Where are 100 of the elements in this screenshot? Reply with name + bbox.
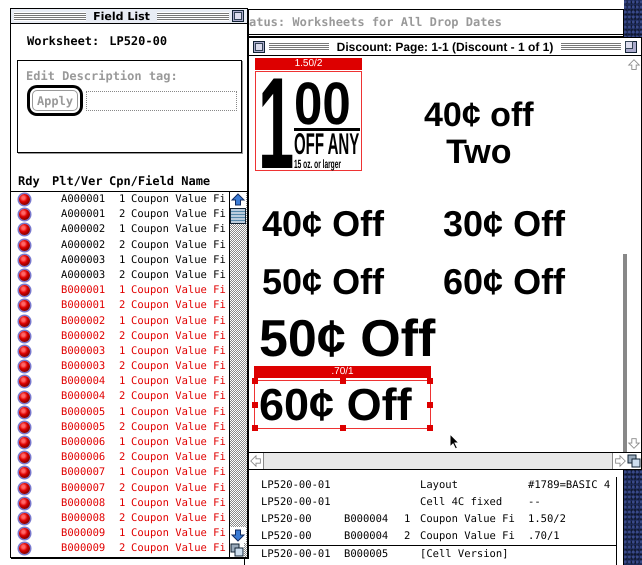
table-cell-text: .70/1 — [528, 529, 561, 544]
table-cell: Coupon Value Fi — [131, 238, 226, 253]
table-cell-text: 1 — [119, 192, 126, 207]
table-cell-text: 1 — [119, 314, 126, 328]
list-row[interactable]: B000002 1 Coupon Value Fi — [11, 314, 229, 329]
table-cell-text: Coupon Value Fi — [131, 420, 226, 435]
price-tag: 1.50/2 — [255, 58, 362, 70]
table-cell-text: 1 — [119, 526, 126, 542]
table-cell-text: A000001 — [61, 192, 106, 207]
ready-dot-icon — [19, 498, 30, 509]
table-cell-text: 1 — [119, 404, 126, 420]
list-row[interactable]: A000003 2 Coupon Value Fi — [11, 268, 229, 284]
ready-dot-icon — [19, 316, 30, 327]
list-row[interactable]: A000003 1 Coupon Value Fi — [11, 252, 229, 268]
list-row[interactable]: B000009 1 Coupon Value Fi — [11, 526, 229, 542]
list-row[interactable]: B000001 1 Coupon Value Fi — [11, 283, 229, 298]
list-row[interactable]: B000009 2 Coupon Value Fi — [11, 541, 229, 556]
coupon-text: 15 oz. or larger — [294, 158, 341, 170]
resize-box-icon[interactable] — [230, 543, 244, 557]
list-row[interactable]: B000001 2 Coupon Value Fi — [11, 298, 229, 314]
table-cell-text: Coupon Value Fi — [131, 435, 226, 450]
table-cell-text: 2 — [119, 541, 126, 556]
table-cell-text: LP520-00-01 — [261, 495, 332, 510]
list-row[interactable]: A000002 1 Coupon Value Fi — [11, 222, 229, 238]
scroll-up-arrow-icon[interactable] — [230, 192, 246, 208]
table-cell-text: A000002 — [61, 222, 106, 238]
table-cell: Coupon Value Fi — [131, 328, 226, 344]
description-field[interactable] — [86, 90, 237, 110]
coupon-text: 50¢ Off — [259, 311, 436, 367]
table-cell-text: 1 — [404, 512, 412, 527]
table-cell-text: 2 — [119, 298, 126, 314]
table-cell-text: 2 — [119, 420, 126, 435]
ready-dot-icon — [19, 194, 30, 206]
horizontal-scroll-track[interactable] — [263, 453, 613, 469]
column-header: Cpn/Field Name — [109, 174, 212, 190]
list-row[interactable]: B000003 1 Coupon Value Fi — [11, 344, 229, 360]
list-row[interactable]: B000004 1 Coupon Value Fi — [11, 374, 229, 390]
scroll-left-arrow-icon[interactable] — [249, 454, 263, 468]
list-row[interactable]: B000004 2 Coupon Value Fi — [11, 389, 229, 405]
list-row[interactable]: B000003 2 Coupon Value Fi — [11, 359, 229, 374]
list-row[interactable]: B000008 2 Coupon Value Fi — [11, 510, 229, 526]
selection-handle[interactable] — [427, 402, 433, 408]
selection-handle[interactable] — [340, 378, 346, 384]
ready-dot-icon — [19, 224, 30, 236]
window-title: Discount: Page: 1-1 (Discount - 1 of 1) — [336, 40, 554, 54]
table-cell-text: Coupon Value Fi — [131, 465, 226, 480]
column-header: Rdy — [18, 174, 41, 190]
list-row[interactable]: B000005 2 Coupon Value Fi — [11, 420, 229, 435]
table-cell-text: B000009 — [61, 526, 106, 542]
table-cell-text: 2 — [119, 268, 126, 283]
table-cell-text: 1 — [119, 435, 126, 450]
resize-box-icon[interactable] — [627, 454, 641, 468]
table-cell-text: B000008 — [61, 496, 106, 511]
ready-dot-icon — [19, 285, 30, 296]
collapse-box-icon[interactable] — [232, 10, 244, 22]
list-row[interactable]: A000002 2 Coupon Value Fi — [11, 238, 229, 253]
list-row[interactable]: B000008 1 Coupon Value Fi — [11, 496, 229, 511]
zoom-box-icon[interactable] — [625, 40, 637, 52]
list-row[interactable]: B000002 2 Coupon Value Fi — [11, 328, 229, 344]
table-cell-text: 2 — [119, 480, 126, 496]
ready-dot-icon — [19, 437, 30, 448]
table-cell-text: Coupon Value Fi — [131, 268, 226, 283]
list-row[interactable]: B000006 2 Coupon Value Fi — [11, 450, 229, 466]
table-cell-text: B000004 — [61, 374, 106, 390]
table-cell-text: [Cell Version] — [420, 547, 510, 562]
vertical-scroll-bar[interactable] — [229, 192, 247, 557]
list-row[interactable]: B000005 1 Coupon Value Fi — [11, 404, 229, 420]
selection-handle[interactable] — [340, 425, 346, 431]
table-cell-text: B000004 — [344, 529, 390, 544]
list-row[interactable]: A000001 1 Coupon Value Fi — [11, 192, 229, 208]
list-row[interactable]: B000007 2 Coupon Value Fi — [11, 480, 229, 496]
close-box-icon[interactable] — [253, 40, 265, 52]
selection-handle[interactable] — [252, 402, 258, 408]
scroll-thumb[interactable] — [230, 208, 246, 224]
table-cell-text: B000005 — [344, 547, 390, 562]
table-cell-text: B000008 — [61, 510, 106, 526]
table-cell-text: 2 — [119, 238, 126, 253]
list-row[interactable]: B000007 1 Coupon Value Fi — [11, 465, 229, 481]
table-cell-text: Coupon Value Fi — [131, 344, 226, 359]
selection-handle[interactable] — [252, 378, 258, 384]
selection-handle[interactable] — [427, 378, 433, 384]
ready-dot-icon — [19, 254, 30, 266]
selection-handle[interactable] — [252, 425, 258, 431]
worksheet-label: Worksheet: — [27, 34, 100, 50]
ready-dot-icon — [19, 422, 30, 433]
table-cell-text: 2 — [119, 207, 126, 222]
ready-dot-icon — [19, 528, 30, 540]
selection-handle[interactable] — [427, 425, 433, 431]
table-cell-text: Coupon Value Fi — [131, 389, 226, 404]
table-cell-text: B000005 — [61, 420, 106, 435]
list-row[interactable]: B000006 1 Coupon Value Fi — [11, 435, 229, 450]
ready-dot-icon — [19, 392, 30, 403]
list-row[interactable]: A000001 2 Coupon Value Fi — [11, 207, 229, 222]
ready-dot-icon — [19, 209, 30, 220]
table-cell-text: 1 — [119, 252, 126, 268]
scroll-down-arrow-icon[interactable] — [230, 527, 246, 543]
table-cell-text: 1 — [119, 344, 126, 359]
table-cell: Coupon Value Fi — [131, 252, 226, 268]
coupon-text: 40¢ off Two — [424, 97, 534, 171]
table-cell-text: B000003 — [61, 344, 106, 359]
